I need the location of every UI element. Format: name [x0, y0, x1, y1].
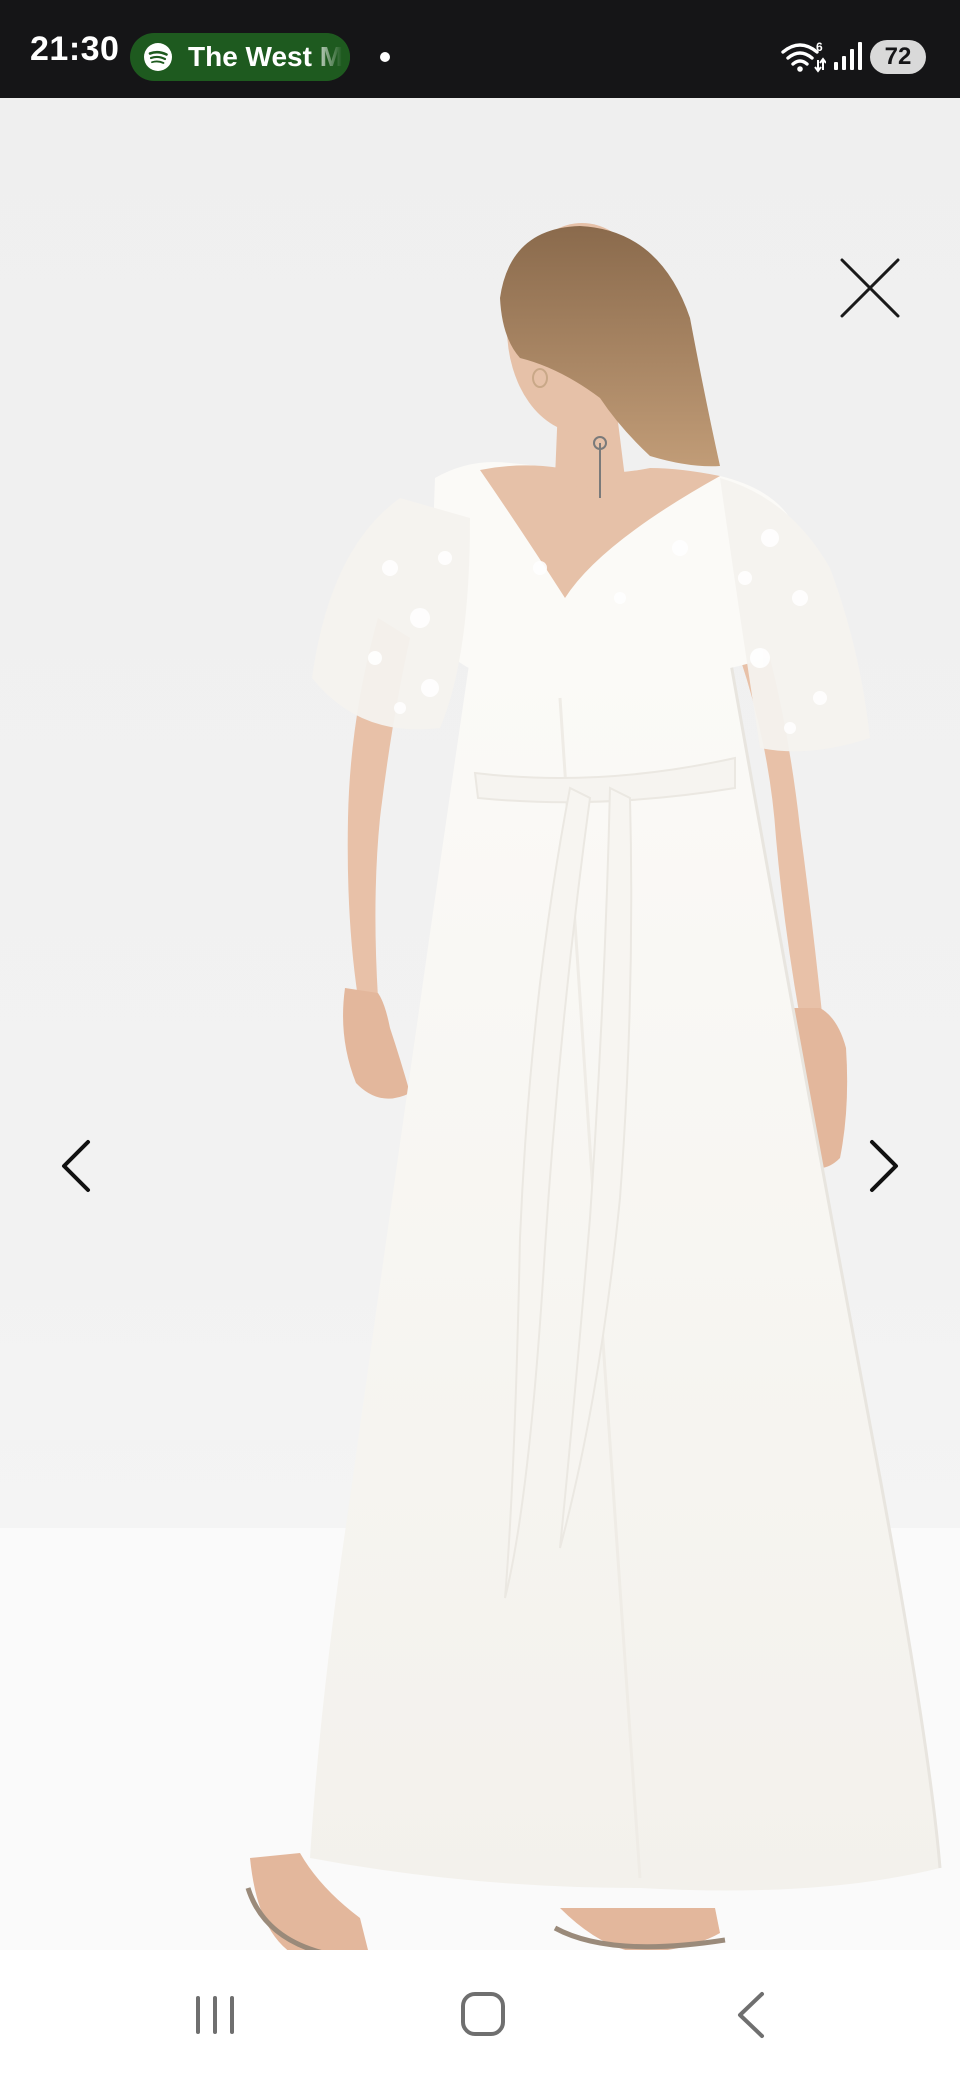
- back-icon: [738, 1992, 764, 2038]
- product-photo: [245, 223, 942, 1950]
- previous-image-button[interactable]: [40, 1128, 110, 1204]
- recents-icon: [196, 1996, 234, 2034]
- home-icon: [461, 1992, 505, 2036]
- home-button[interactable]: [438, 1980, 528, 2050]
- notification-dot-icon: [380, 52, 390, 62]
- chevron-right-icon: [870, 1140, 898, 1192]
- back-button[interactable]: [708, 1980, 798, 2050]
- wifi-badge: 6: [816, 40, 823, 54]
- close-icon: [840, 258, 900, 318]
- photo-viewer[interactable]: [0, 98, 960, 1950]
- media-chip-fade: [310, 33, 350, 81]
- recents-button[interactable]: [170, 1980, 260, 2050]
- screen: 21:30 The West M 6 72: [0, 0, 960, 2080]
- chevron-left-icon: [62, 1140, 90, 1192]
- media-chip[interactable]: The West M: [130, 33, 350, 81]
- battery-indicator: 72: [870, 40, 926, 74]
- wifi-icon: 6: [781, 40, 826, 73]
- status-time: 21:30: [30, 30, 120, 68]
- signal-icon: [834, 42, 862, 70]
- next-image-button[interactable]: [850, 1128, 920, 1204]
- spotify-icon: [144, 43, 172, 71]
- navigation-bar: [0, 1950, 960, 2080]
- status-bar: 21:30 The West M 6 72: [0, 0, 960, 98]
- close-button[interactable]: [830, 248, 910, 328]
